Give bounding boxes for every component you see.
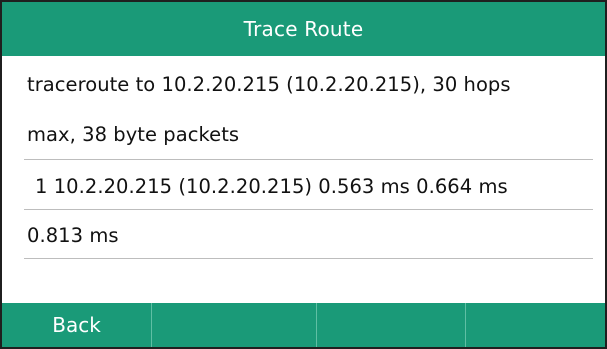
screen-title: Trace Route (243, 17, 364, 41)
softkey-3[interactable] (316, 303, 465, 347)
softkey-2[interactable] (151, 303, 316, 347)
softkey-4[interactable] (465, 303, 605, 347)
output-line: traceroute to 10.2.20.215 (10.2.20.215),… (27, 73, 511, 96)
traceroute-output: traceroute to 10.2.20.215 (10.2.20.215),… (2, 56, 605, 303)
output-line: 0.813 ms (27, 224, 119, 247)
divider (24, 258, 593, 259)
softkey-bar: Back (2, 303, 605, 347)
divider (24, 159, 593, 160)
back-softkey[interactable]: Back (2, 303, 151, 347)
title-bar: Trace Route (2, 2, 605, 56)
output-line: max, 38 byte packets (27, 123, 240, 146)
trace-route-screen: Trace Route traceroute to 10.2.20.215 (1… (0, 0, 607, 349)
output-line: 1 10.2.20.215 (10.2.20.215) 0.563 ms 0.6… (35, 175, 508, 198)
divider (24, 209, 593, 210)
